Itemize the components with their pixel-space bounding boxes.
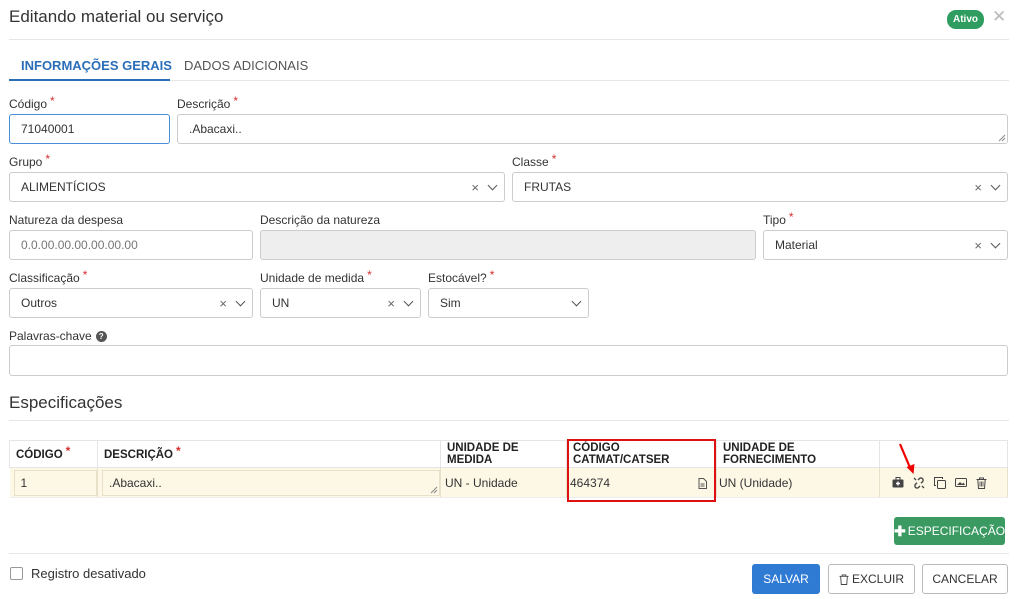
classificacao-select[interactable]: Outros × [9,288,253,318]
section-divider [9,420,1009,421]
table-header-row: CÓDIGO * DESCRIÇÃO * UNIDADE DE MEDIDA CÓD… [9,440,1008,468]
clear-icon[interactable]: × [974,180,982,195]
clear-icon[interactable]: × [471,180,479,195]
spec-codigo-input[interactable]: 1 [13,469,97,496]
clear-icon[interactable]: × [219,296,227,311]
chevron-down-icon[interactable] [487,180,498,190]
palavras-input[interactable] [9,345,1008,376]
trash-icon[interactable] [976,477,987,489]
descricao-textarea[interactable]: .Abacaxi.. [177,114,1008,144]
section-title: Especificações [9,393,123,412]
highlight-box [567,439,716,502]
chevron-down-icon[interactable] [990,238,1001,248]
unidade-label: Unidade de medida * [260,268,372,285]
medkit-icon[interactable] [892,477,904,488]
clear-icon[interactable]: × [974,238,982,253]
col-header-unidade: UNIDADE DE MEDIDA [440,440,567,468]
clear-icon[interactable]: × [387,296,395,311]
registro-desativado-label[interactable]: Registro desativado [31,566,146,581]
desc-natureza-label: Descrição da natureza [260,213,381,227]
estocavel-label: Estocável? * [428,268,495,285]
chevron-down-icon[interactable] [403,296,414,306]
header-divider [9,39,1009,40]
codigo-label: Código * [9,94,55,111]
tab-informacoes-gerais[interactable]: INFORMAÇÕES GERAIS [21,58,172,73]
unidade-select[interactable]: UN × [260,288,421,318]
image-icon[interactable] [955,477,967,488]
col-header-fornecimento: UNIDADE DE FORNECIMENTO [716,440,880,468]
help-icon[interactable]: ? [95,331,107,342]
classe-label: Classe * [512,152,557,169]
plus-icon: ✚ [893,522,906,539]
cancel-button[interactable]: CANCELAR [922,564,1008,594]
spec-unidade-cell: UN - Unidade [440,467,567,498]
classe-select[interactable]: FRUTAS × [512,172,1008,202]
status-badge: Ativo [947,10,984,29]
chevron-down-icon[interactable] [571,296,582,306]
footer-divider [9,553,1009,554]
estocavel-select[interactable]: Sim [428,288,589,318]
tab-dados-adicionais[interactable]: DADOS ADICIONAIS [184,58,308,73]
unlink-icon[interactable] [913,476,925,489]
tipo-select[interactable]: Material × [763,230,1008,260]
col-header-codigo: CÓDIGO * [9,440,98,468]
grupo-select[interactable]: ALIMENTÍCIOS × [9,172,505,202]
tipo-label: Tipo * [763,210,794,227]
descricao-label: Descrição * [177,94,239,111]
copy-icon[interactable] [934,476,946,489]
registro-desativado-checkbox[interactable] [10,567,23,580]
delete-button[interactable]: EXCLUIR [828,564,915,594]
codigo-input[interactable]: 71040001 [9,114,170,144]
add-specification-button[interactable]: ✚ ESPECIFICAÇÃO [894,517,1005,545]
annotation-arrow-icon [898,443,915,474]
close-icon[interactable]: ✕ [992,7,1006,27]
specifications-table: CÓDIGO * DESCRIÇÃO * UNIDADE DE MEDIDA CÓD… [9,440,1008,498]
col-header-descricao: DESCRIÇÃO * [97,440,441,468]
grupo-label: Grupo * [9,152,51,169]
resize-handle-icon[interactable] [998,134,1006,142]
trash-icon [839,574,849,585]
desc-natureza-input [260,230,756,260]
save-button[interactable]: SALVAR [752,564,820,594]
palavras-label: Palavras-chave? [9,329,107,343]
page-title: Editando material ou serviço [9,7,224,26]
chevron-down-icon[interactable] [235,296,246,306]
active-tab-indicator [9,79,170,81]
classificacao-label: Classificação * [9,268,88,285]
spec-descricao-textarea[interactable]: .Abacaxi.. [102,469,440,496]
table-row: 1 .Abacaxi.. UN - Unidade 464374 UN (Uni… [9,467,1008,498]
natureza-input[interactable]: 0.0.00.00.00.00.00.00 [9,230,253,260]
resize-handle-icon[interactable] [430,486,438,494]
chevron-down-icon[interactable] [990,180,1001,190]
spec-fornecimento-cell: UN (Unidade) [716,467,880,498]
natureza-label: Natureza da despesa [9,213,124,227]
